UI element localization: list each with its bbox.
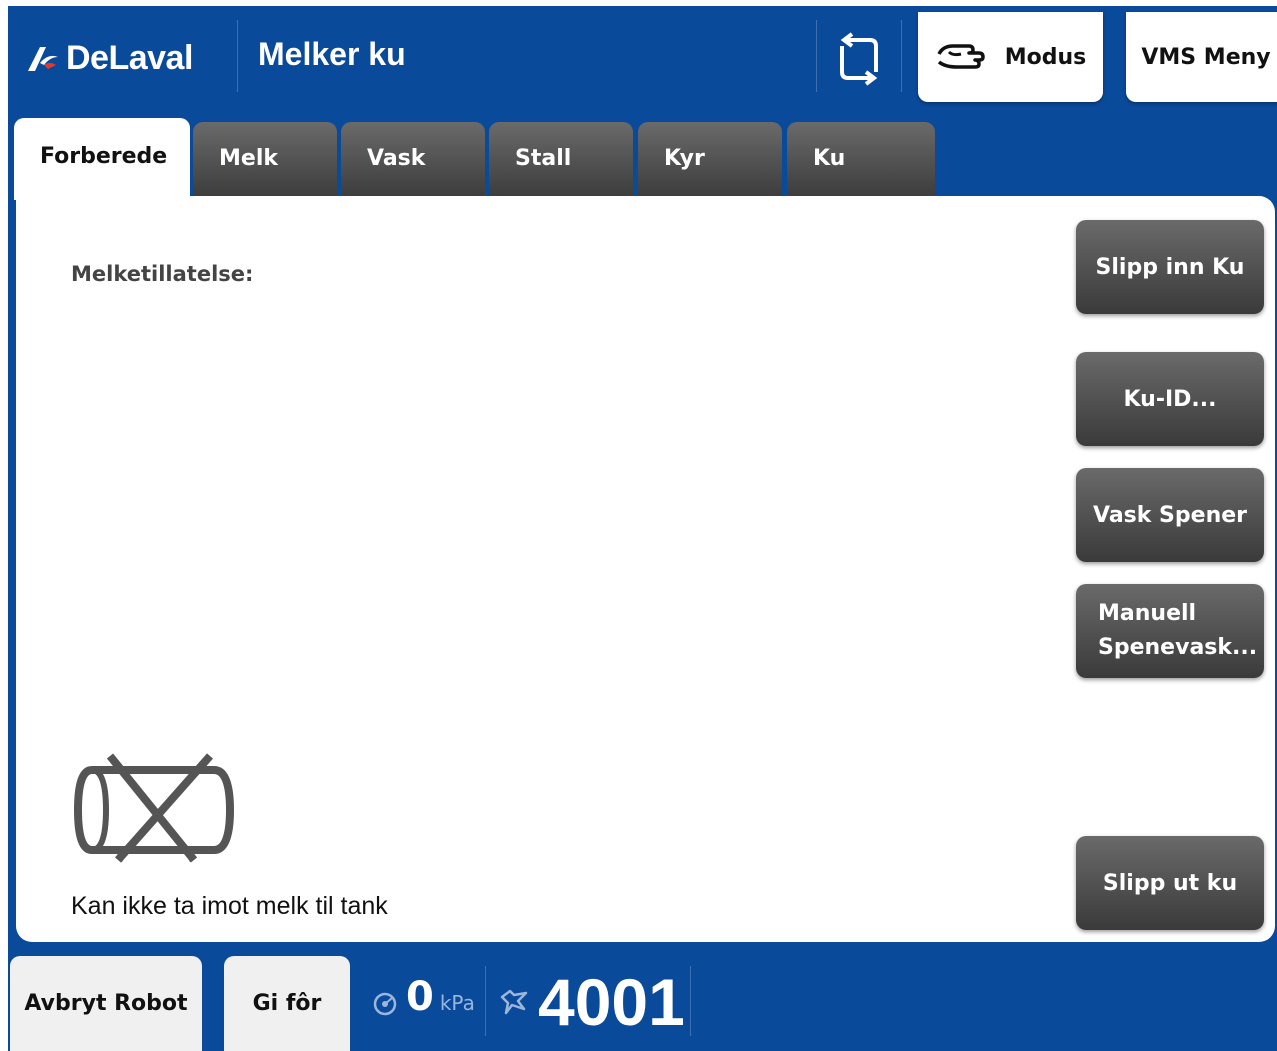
app-frame: DeLaval Melker ku Modus VMS Meny Forbere… [8, 6, 1277, 1051]
sync-icon [840, 32, 878, 86]
tank-disabled-icon [74, 753, 235, 863]
current-cow-id: 4001 [498, 964, 685, 1040]
cow-icon [500, 989, 528, 1015]
abort-robot-button[interactable]: Avbryt Robot [10, 956, 202, 1051]
tab-ku[interactable]: Ku [787, 122, 935, 198]
vms-menu-label: VMS Meny [1141, 44, 1271, 70]
vacuum-pressure-readout: 0 kPa [372, 974, 475, 1034]
sync-button[interactable] [834, 30, 884, 88]
tab-vask[interactable]: Vask [341, 122, 485, 198]
modus-label: Modus [1004, 44, 1087, 70]
modus-button[interactable]: Modus [918, 12, 1103, 102]
hand-icon [937, 44, 985, 69]
manual-teat-wash-line1: Manuell [1098, 601, 1197, 626]
cow-id-button[interactable]: Ku-ID... [1076, 352, 1264, 446]
feed-button[interactable]: Gi fôr [224, 956, 350, 1051]
footer-divider [690, 966, 691, 1036]
wash-teats-button[interactable]: Vask Spener [1076, 468, 1264, 562]
manual-teat-wash-line2: Spenevask... [1098, 635, 1258, 660]
content-panel: Melketillatelse: Kan ikke ta imot melk t… [16, 196, 1275, 942]
header-divider [816, 20, 817, 92]
footer-divider [485, 966, 486, 1036]
tab-forberede[interactable]: Forberede [14, 118, 190, 200]
tab-melk[interactable]: Melk [193, 122, 337, 198]
tab-stall[interactable]: Stall [489, 122, 633, 198]
brand-name: DeLaval [66, 38, 193, 77]
header-divider [237, 20, 238, 92]
cow-number: 4001 [538, 965, 685, 1039]
tab-kyr[interactable]: Kyr [638, 122, 782, 198]
header-divider [901, 20, 902, 92]
vacuum-gauge-icon [373, 992, 397, 1016]
let-out-cow-button[interactable]: Slipp ut ku [1076, 836, 1264, 930]
delaval-logo: DeLaval [26, 36, 193, 80]
manual-teat-wash-label: Manuell Spenevask... [1098, 597, 1257, 665]
tank-status-text: Kan ikke ta imot melk til tank [71, 892, 388, 920]
vms-menu-button[interactable]: VMS Meny [1126, 12, 1277, 102]
delaval-logo-icon [28, 47, 58, 71]
pressure-unit: kPa [439, 991, 475, 1015]
page-title: Melker ku [258, 36, 406, 72]
milk-permission-label: Melketillatelse: [71, 262, 254, 286]
let-in-cow-button[interactable]: Slipp inn Ku [1076, 220, 1264, 314]
pressure-value: 0 [406, 974, 434, 1020]
manual-teat-wash-button[interactable]: Manuell Spenevask... [1076, 584, 1264, 678]
